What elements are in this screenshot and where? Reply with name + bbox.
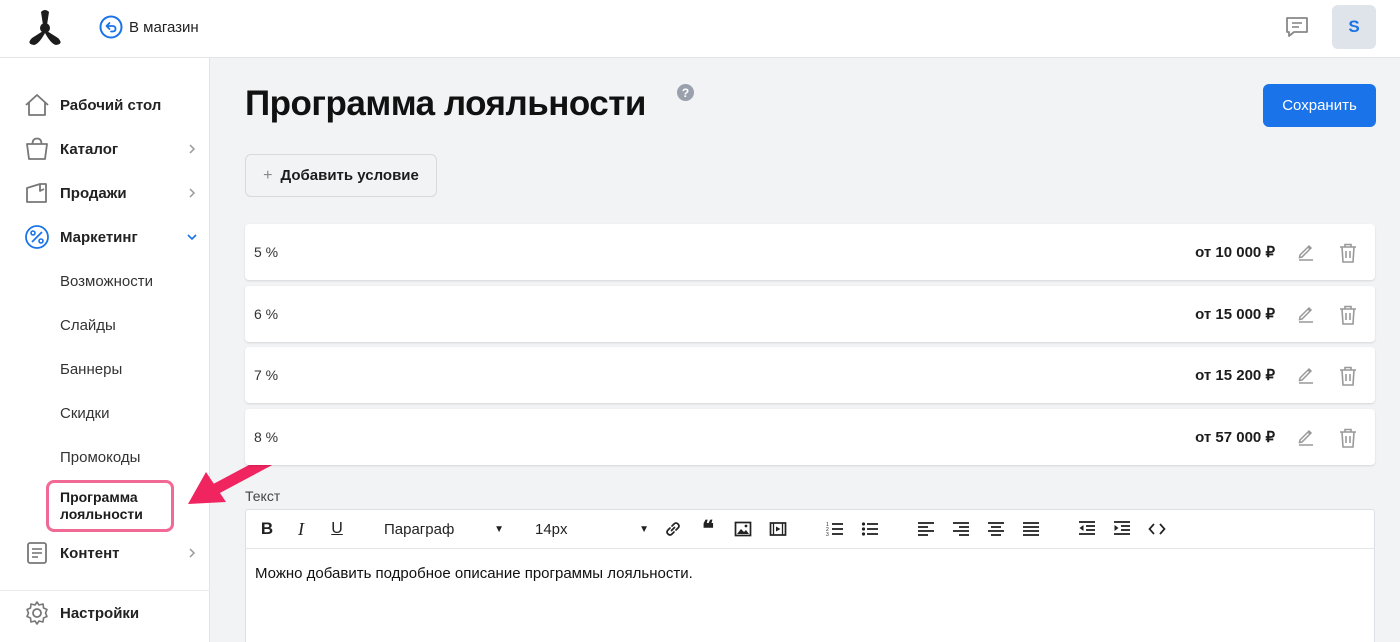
- percent-icon: [25, 225, 49, 249]
- editor-content[interactable]: Можно добавить подробное описание програ…: [255, 565, 693, 582]
- sidebar-item-label: Контент: [60, 544, 120, 562]
- save-button[interactable]: Сохранить: [1263, 84, 1376, 127]
- store-link-label: В магазин: [129, 18, 199, 36]
- add-condition-label: Добавить условие: [280, 167, 419, 184]
- sidebar-item-label: Каталог: [60, 140, 119, 158]
- sidebar-item-catalog[interactable]: Каталог: [24, 134, 200, 164]
- logo-icon[interactable]: [24, 8, 66, 46]
- condition-percent: 8 %: [254, 429, 279, 445]
- italic-icon[interactable]: I: [292, 518, 310, 540]
- sidebar-subitem-discounts[interactable]: Скидки: [60, 405, 109, 422]
- font-size-select[interactable]: 14px ▼: [535, 518, 649, 540]
- page-title: Программа лояльности: [245, 84, 646, 123]
- sidebar-item-label: Настройки: [60, 604, 140, 622]
- chevron-right-icon: [189, 548, 196, 558]
- sidebar-subitem-promocodes[interactable]: Промокоды: [60, 449, 140, 466]
- caret-down-icon: ▼: [639, 523, 649, 535]
- chevron-down-icon: [187, 234, 197, 241]
- user-avatar[interactable]: S: [1332, 5, 1376, 49]
- shopping-bag-icon: [26, 137, 48, 160]
- trash-icon[interactable]: [1338, 242, 1358, 264]
- sidebar-item-content[interactable]: Контент: [24, 538, 200, 568]
- sidebar-subitem-loyalty-program[interactable]: Программа лояльности: [46, 480, 174, 532]
- edit-icon[interactable]: [1295, 302, 1317, 324]
- trash-icon[interactable]: [1338, 365, 1358, 387]
- back-arrow-icon: [99, 15, 123, 39]
- align-justify-icon[interactable]: [1021, 518, 1041, 540]
- plus-icon: +: [263, 166, 273, 184]
- rich-text-editor: B I U Параграф ▼ 14px ▼ ❝ 123 Можно доба…: [245, 509, 1375, 642]
- condition-row: 7 % от 15 200 ₽: [245, 347, 1375, 403]
- align-center-icon[interactable]: [986, 518, 1006, 540]
- document-icon: [27, 542, 47, 564]
- indent-icon[interactable]: [1112, 518, 1132, 540]
- condition-row: 6 % от 15 000 ₽: [245, 286, 1375, 342]
- home-icon: [25, 94, 49, 116]
- condition-amount: от 57 000 ₽: [1195, 429, 1275, 446]
- condition-percent: 7 %: [254, 367, 279, 383]
- svg-text:3: 3: [826, 532, 829, 538]
- edit-icon[interactable]: [1295, 425, 1317, 447]
- sales-icon: [26, 183, 47, 203]
- condition-amount: от 15 000 ₽: [1195, 306, 1275, 323]
- video-icon[interactable]: [768, 518, 788, 540]
- sidebar-item-label: Маркетинг: [60, 228, 138, 246]
- condition-percent: 6 %: [254, 306, 279, 322]
- code-view-icon[interactable]: [1147, 518, 1167, 540]
- chevron-right-icon: [189, 144, 196, 154]
- align-right-icon[interactable]: [951, 518, 971, 540]
- font-size-select-value: 14px: [535, 520, 568, 538]
- edit-icon[interactable]: [1295, 363, 1317, 385]
- sidebar-item-label: Рабочий стол: [60, 96, 162, 114]
- underline-icon[interactable]: U: [328, 518, 346, 540]
- editor-toolbar: B I U Параграф ▼ 14px ▼ ❝ 123: [246, 510, 1374, 549]
- help-icon[interactable]: ?: [677, 84, 694, 101]
- chevron-right-icon: [189, 188, 196, 198]
- edit-icon[interactable]: [1295, 240, 1317, 262]
- align-left-icon[interactable]: [916, 518, 936, 540]
- ordered-list-icon[interactable]: 123: [825, 518, 845, 540]
- paragraph-select-value: Параграф: [384, 520, 455, 538]
- trash-icon[interactable]: [1338, 304, 1358, 326]
- sidebar-divider: [0, 590, 210, 591]
- top-bar: В магазин S: [0, 0, 1400, 58]
- gear-icon: [26, 601, 48, 625]
- sidebar: Рабочий стол Каталог Продажи Маркетинг В…: [0, 58, 210, 642]
- condition-row: 5 % от 10 000 ₽: [245, 224, 1375, 280]
- back-to-store-link[interactable]: В магазин: [99, 15, 199, 39]
- trash-icon[interactable]: [1338, 427, 1358, 449]
- condition-percent: 5 %: [254, 244, 279, 260]
- sidebar-item-dashboard[interactable]: Рабочий стол: [24, 90, 200, 120]
- sidebar-subitem-features[interactable]: Возможности: [60, 273, 153, 290]
- sidebar-subitem-slides[interactable]: Слайды: [60, 317, 116, 334]
- outdent-icon[interactable]: [1077, 518, 1097, 540]
- sidebar-item-marketing[interactable]: Маркетинг: [24, 222, 200, 252]
- sidebar-item-sales[interactable]: Продажи: [24, 178, 200, 208]
- condition-amount: от 10 000 ₽: [1195, 244, 1275, 261]
- paragraph-select[interactable]: Параграф ▼: [384, 518, 504, 540]
- sidebar-subitem-banners[interactable]: Баннеры: [60, 361, 122, 378]
- chat-icon[interactable]: [1284, 14, 1310, 40]
- sidebar-item-settings[interactable]: Настройки: [24, 598, 200, 628]
- condition-amount: от 15 200 ₽: [1195, 367, 1275, 384]
- text-field-label: Текст: [245, 488, 281, 504]
- bold-icon[interactable]: B: [258, 518, 276, 540]
- link-icon[interactable]: [663, 518, 683, 540]
- quote-icon[interactable]: ❝: [698, 516, 718, 541]
- condition-row: 8 % от 57 000 ₽: [245, 409, 1375, 465]
- sidebar-item-label: Продажи: [60, 184, 127, 202]
- caret-down-icon: ▼: [494, 523, 504, 535]
- image-icon[interactable]: [733, 518, 753, 540]
- add-condition-button[interactable]: + Добавить условие: [245, 154, 437, 197]
- unordered-list-icon[interactable]: [860, 518, 880, 540]
